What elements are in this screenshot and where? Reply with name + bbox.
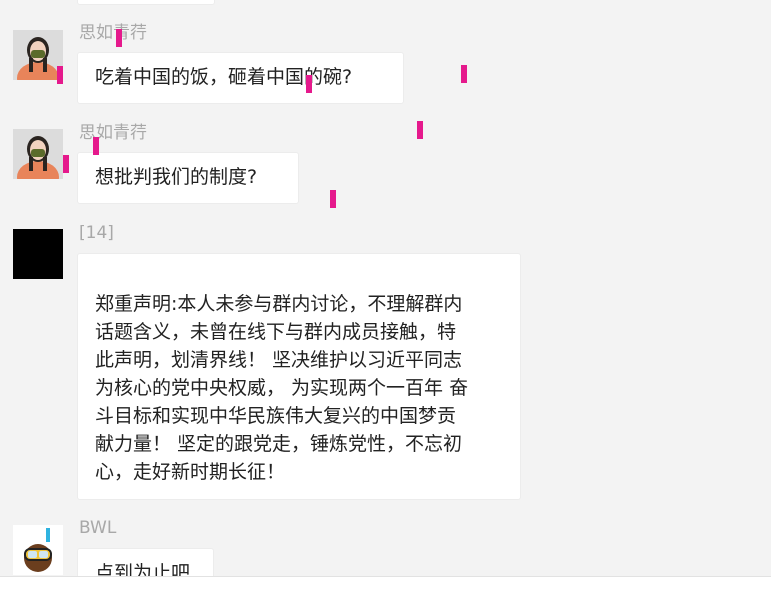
sender-name: BWL — [79, 518, 117, 538]
message-text: 想批判我们的制度? — [95, 166, 258, 188]
message-bubble[interactable]: 想批判我们的制度? — [77, 152, 299, 204]
highlight-mark — [461, 65, 467, 83]
highlight-mark — [57, 66, 63, 84]
previous-message-bubble — [77, 0, 215, 5]
sender-avatar[interactable] — [13, 525, 63, 575]
sender-name: 思如青荇 — [79, 123, 147, 143]
sender-name: 思如青荇 — [79, 23, 147, 43]
highlight-mark — [330, 190, 336, 208]
sender-avatar[interactable] — [13, 229, 63, 279]
message-bubble[interactable]: 点到为止吧 — [77, 548, 214, 576]
highlight-mark — [417, 121, 423, 139]
highlight-mark — [306, 75, 312, 93]
sender-avatar[interactable] — [13, 30, 63, 80]
girl-with-mask-avatar-icon — [13, 30, 63, 80]
diver-goggles-avatar-icon — [13, 525, 63, 575]
highlight-mark — [116, 29, 122, 47]
highlight-mark — [63, 155, 69, 173]
message-text: 吃着中国的饭，砸着中国的碗? — [95, 66, 353, 88]
message-text: 郑重声明:本人未参与群内讨论，不理解群内 话题含义，未曾在线下与群内成员接触，特… — [95, 293, 469, 483]
highlight-mark — [93, 137, 99, 155]
chat-message-list[interactable]: 思如青荇 吃着中国的饭，砸着中国的碗? 思如青荇 想批判我们的制度? [14] … — [0, 0, 771, 576]
message-text: 点到为止吧 — [95, 562, 191, 576]
sender-name: [14] — [79, 223, 114, 243]
message-bubble[interactable]: 郑重声明:本人未参与群内讨论，不理解群内 话题含义，未曾在线下与群内成员接触，特… — [77, 253, 521, 500]
sender-avatar[interactable] — [13, 129, 63, 179]
chat-bottom-bar — [0, 576, 771, 593]
girl-with-mask-avatar-icon — [13, 129, 63, 179]
message-bubble[interactable]: 吃着中国的饭，砸着中国的碗? — [77, 52, 404, 104]
